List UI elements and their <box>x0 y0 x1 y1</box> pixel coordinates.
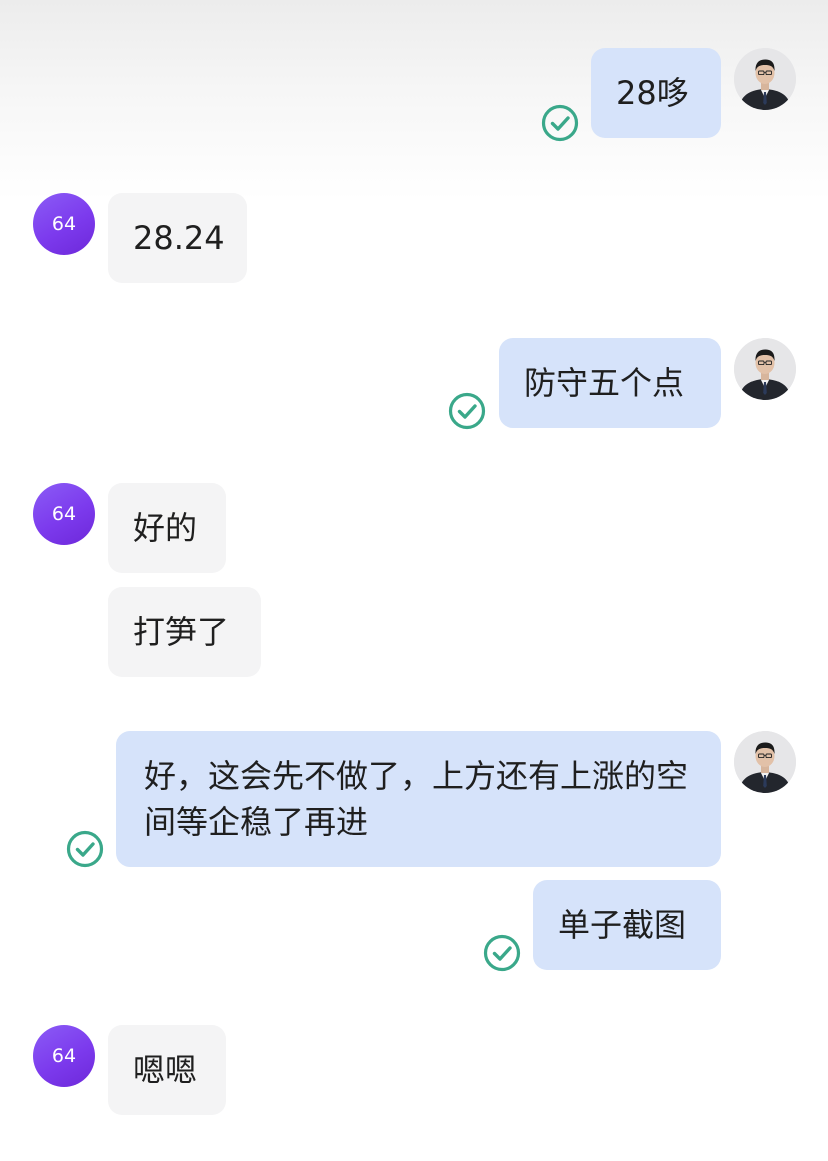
contact-avatar-label: 64 <box>51 1045 77 1067</box>
user-photo-avatar <box>734 48 796 110</box>
check-circle-icon <box>483 934 521 972</box>
message-bubble-received[interactable]: 28.24 <box>108 193 247 283</box>
contact-avatar[interactable]: 64 <box>33 1025 95 1087</box>
message-bubble-sent[interactable]: 28哆 <box>591 48 721 138</box>
contact-avatar[interactable]: 64 <box>33 483 95 545</box>
message-bubble-sent[interactable]: 防守五个点 <box>499 338 721 428</box>
message-text: 打笋了 <box>133 613 230 651</box>
message-text: 28哆 <box>616 74 689 112</box>
message-text: 好的 <box>133 509 198 547</box>
self-avatar[interactable] <box>734 338 796 400</box>
check-circle-icon <box>66 830 104 868</box>
check-circle-icon <box>541 104 579 142</box>
message-text: 28.24 <box>133 219 225 257</box>
self-avatar[interactable] <box>734 48 796 110</box>
message-text: 防守五个点 <box>524 364 685 402</box>
contact-avatar[interactable]: 64 <box>33 193 95 255</box>
message-text: 嗯嗯 <box>133 1051 198 1089</box>
user-photo-avatar <box>734 731 796 793</box>
user-photo-avatar <box>734 338 796 400</box>
message-bubble-sent[interactable]: 好，这会先不做了，上方还有上涨的空间等企稳了再进 <box>116 731 721 867</box>
message-bubble-sent[interactable]: 单子截图 <box>533 880 721 970</box>
contact-avatar-label: 64 <box>51 213 77 235</box>
message-bubble-received[interactable]: 好的 <box>108 483 226 573</box>
check-circle-icon <box>448 392 486 430</box>
self-avatar[interactable] <box>734 731 796 793</box>
message-text: 好，这会先不做了，上方还有上涨的空间等企稳了再进 <box>144 757 689 841</box>
message-bubble-received[interactable]: 打笋了 <box>108 587 261 677</box>
contact-avatar-label: 64 <box>51 503 77 525</box>
message-bubble-received[interactable]: 嗯嗯 <box>108 1025 226 1115</box>
message-text: 单子截图 <box>558 906 687 944</box>
